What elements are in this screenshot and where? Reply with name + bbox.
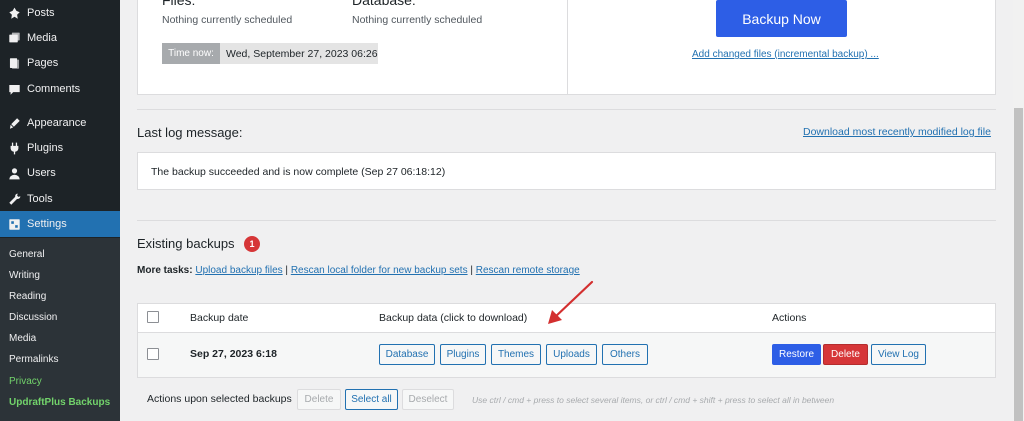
submenu-item-writing[interactable]: Writing [9,270,40,281]
deselect-button[interactable]: Deselect [402,389,454,410]
annotation-arrow-icon [548,280,594,324]
select-all-checkbox[interactable] [147,311,159,323]
submenu-item-reading[interactable]: Reading [9,291,46,302]
upload-backup-files-link[interactable]: Upload backup files [195,265,282,276]
sidebar-item-pages[interactable]: Pages [0,50,120,76]
sidebar-item-label: Users [27,167,56,179]
backup-now-button[interactable]: Backup Now [716,0,847,37]
sidebar-item-label: Pages [27,57,59,69]
settings-icon [7,217,21,231]
restore-button[interactable]: Restore [772,344,821,365]
select-all-button[interactable]: Select all [345,389,398,410]
sidebar-item-settings[interactable]: Settings [0,211,120,237]
admin-sidebar: Posts Media Pages Comments Appearance Pl… [0,0,120,421]
backup-count-badge: 1 [244,236,260,252]
download-others-button[interactable]: Others [602,344,648,365]
sidebar-item-label: Plugins [27,142,64,154]
task-separator: | [470,265,473,276]
time-now-value: Wed, September 27, 2023 06:26 [220,43,378,64]
submenu-item-updraftplus[interactable]: UpdraftPlus Backups [9,397,110,408]
submenu-item-general[interactable]: General [9,249,45,260]
time-now-label: Time now: [162,43,220,64]
delete-button[interactable]: Delete [823,344,868,365]
files-label: Files: [162,0,196,8]
sidebar-item-media[interactable]: Media [0,25,120,51]
download-plugins-button[interactable]: Plugins [440,344,486,365]
sidebar-item-label: Media [27,32,57,44]
download-uploads-button[interactable]: Uploads [546,344,597,365]
settings-submenu: General Writing Reading Discussion Media… [0,238,120,421]
sidebar-item-plugins[interactable]: Plugins [0,135,120,161]
incremental-backup-link[interactable]: Add changed files (incremental backup) .… [692,49,879,60]
section-divider [137,220,996,221]
media-icon [7,31,21,45]
submenu-item-discussion[interactable]: Discussion [9,312,57,323]
download-themes-button[interactable]: Themes [491,344,541,365]
existing-backups-title: Existing backups [137,236,235,251]
submenu-item-privacy[interactable]: Privacy [9,376,42,387]
pin-icon [7,6,21,20]
sidebar-item-users[interactable]: Users [0,160,120,186]
plugins-icon [7,141,21,155]
row-backup-date: Sep 27, 2023 6:18 [190,348,277,360]
download-database-button[interactable]: Database [379,344,435,365]
rescan-remote-link[interactable]: Rescan remote storage [476,265,580,276]
col-backup-data: Backup data (click to download) [379,312,528,324]
files-value: Nothing currently scheduled [162,14,293,26]
sidebar-item-tools[interactable]: Tools [0,186,120,212]
col-backup-date: Backup date [190,312,249,324]
submenu-item-media[interactable]: Media [9,333,36,344]
tools-icon [7,192,21,206]
sidebar-item-appearance[interactable]: Appearance [0,110,120,136]
more-tasks-label: More tasks: [137,265,193,276]
bulk-delete-button[interactable]: Delete [297,389,341,410]
appearance-icon [7,116,21,130]
sidebar-item-label: Comments [27,83,81,95]
submenu-item-permalinks[interactable]: Permalinks [9,354,58,365]
log-message: The backup succeeded and is now complete… [151,166,446,178]
sidebar-item-label: Tools [27,193,53,205]
task-separator: | [285,265,289,276]
more-tasks: More tasks: Upload backup files | Rescan… [137,265,580,276]
status-divider [567,0,568,95]
download-log-link[interactable]: Download most recently modified log file [803,126,991,138]
bulk-actions-label: Actions upon selected backups [147,393,292,405]
sidebar-item-label: Appearance [27,117,87,129]
sidebar-item-label: Posts [27,7,55,19]
sidebar-item-label: Settings [27,218,67,230]
database-label: Database: [352,0,416,8]
row-checkbox[interactable] [147,348,159,360]
pages-icon [7,56,21,70]
view-log-button[interactable]: View Log [871,344,926,365]
section-divider [137,109,996,110]
database-value: Nothing currently scheduled [352,14,483,26]
users-icon [7,166,21,180]
sidebar-item-posts[interactable]: Posts [0,0,120,26]
last-log-title: Last log message: [137,125,243,140]
selection-hint: Use ctrl / cmd + press to select several… [472,395,835,405]
col-actions: Actions [772,312,807,324]
rescan-local-link[interactable]: Rescan local folder for new backup sets [291,265,468,276]
sidebar-item-comments[interactable]: Comments [0,76,120,102]
comments-icon [7,82,21,96]
scrollbar-thumb[interactable] [1014,108,1023,421]
